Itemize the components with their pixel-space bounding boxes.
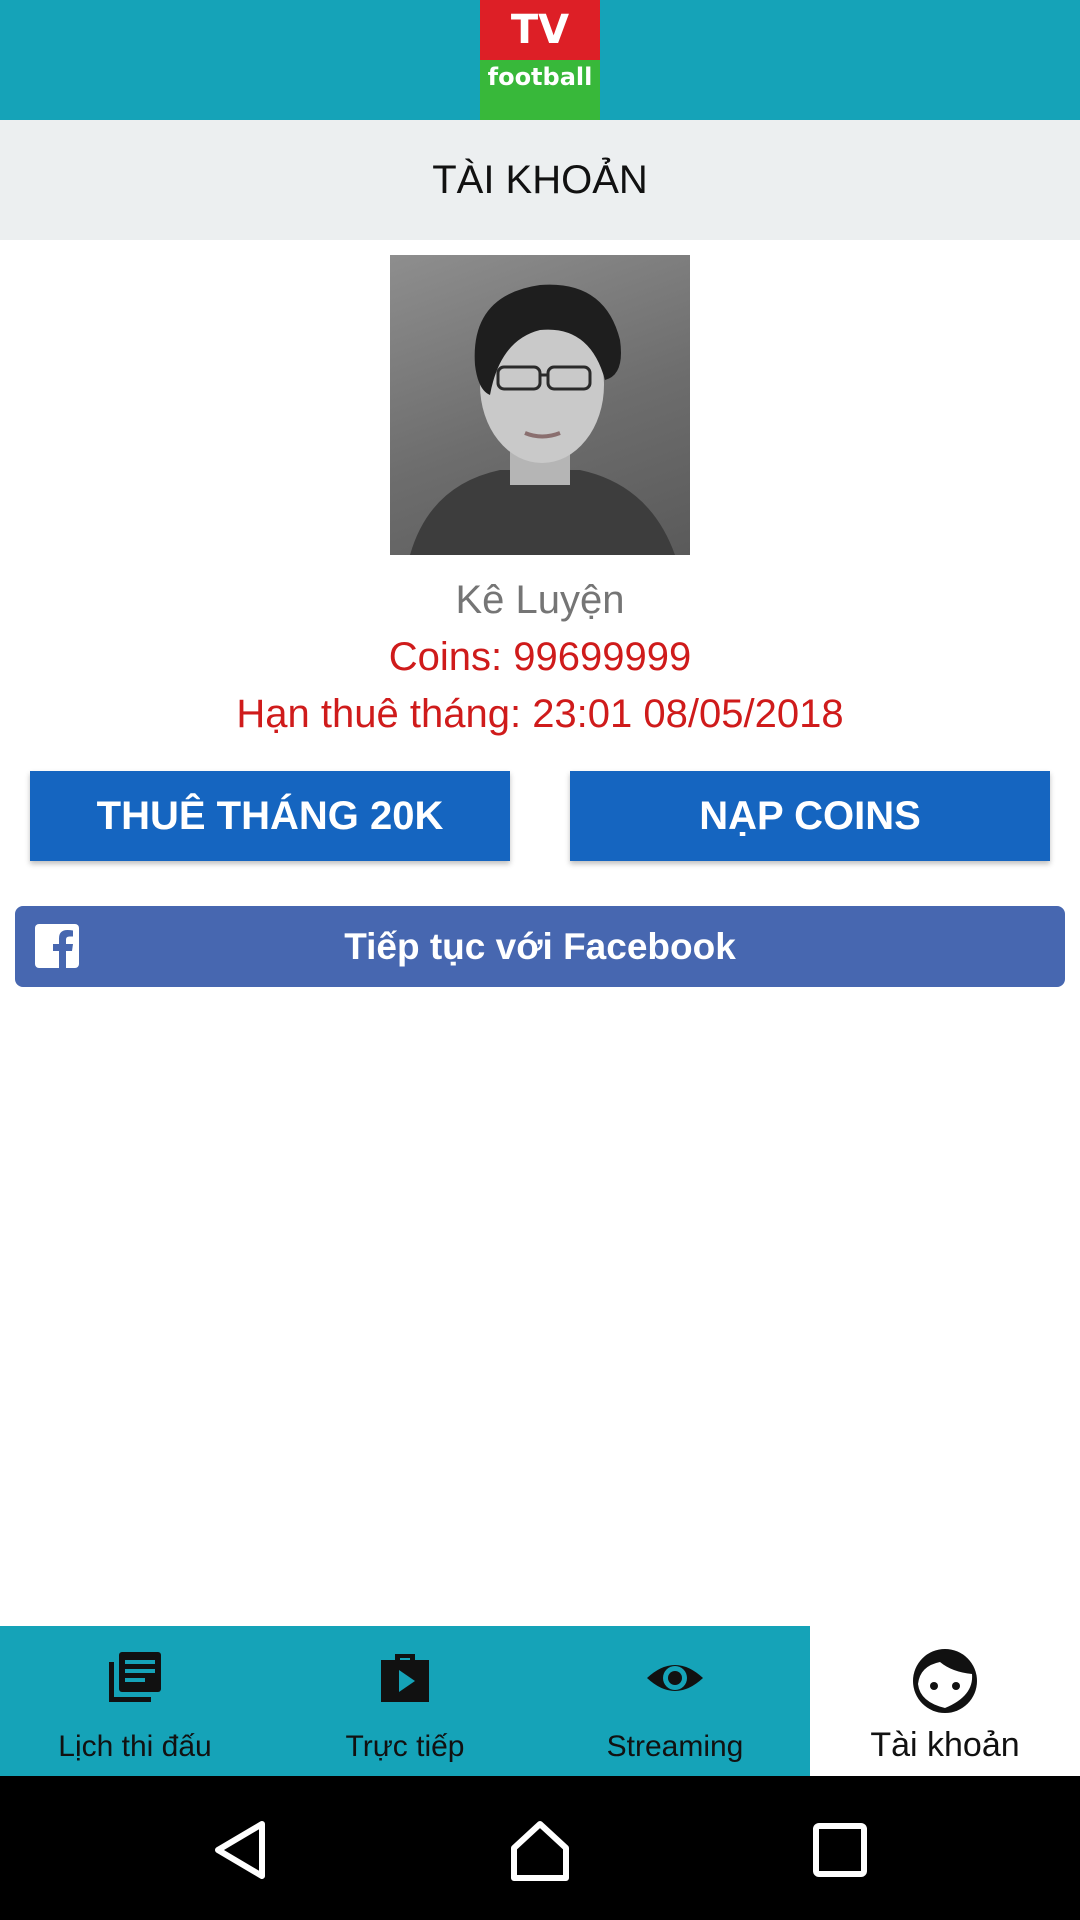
avatar: [390, 255, 690, 555]
logo-tv-text: TV: [480, 0, 600, 60]
home-icon[interactable]: [508, 1818, 572, 1882]
user-photo-icon: [410, 284, 675, 555]
subscription-expiry: Hạn thuê tháng: 23:01 08/05/2018: [236, 692, 844, 736]
live-play-icon: [381, 1654, 429, 1702]
nav-label-streaming: Streaming: [606, 1730, 744, 1763]
bottom-navigation: Lịch thi đấu Trực tiếp Streaming Tài kho…: [0, 1626, 1080, 1776]
nav-label-schedule: Lịch thi đấu: [58, 1730, 212, 1763]
facebook-login-label: Tiếp tục với Facebook: [344, 925, 736, 967]
facebook-login-button[interactable]: Tiếp tục với Facebook: [15, 906, 1065, 987]
nav-item-account[interactable]: Tài khoản: [810, 1626, 1080, 1776]
nav-item-schedule[interactable]: Lịch thi đấu: [0, 1626, 270, 1776]
back-icon[interactable]: [208, 1818, 272, 1882]
system-navigation-bar: [0, 1776, 1080, 1920]
app-logo: TV football: [480, 0, 600, 120]
page-title: TÀI KHOẢN: [0, 120, 1080, 240]
user-name: Kê Luyện: [455, 578, 625, 622]
nav-item-live[interactable]: Trực tiếp: [270, 1626, 540, 1776]
nav-label-live: Trực tiếp: [345, 1730, 465, 1763]
nav-item-streaming[interactable]: Streaming: [540, 1626, 810, 1776]
nav-label-account: Tài khoản: [870, 1726, 1020, 1764]
recents-icon[interactable]: [808, 1818, 872, 1882]
eye-icon: [647, 1665, 703, 1691]
top-app-bar: TV football: [0, 0, 1080, 120]
top-up-coins-button[interactable]: NẠP COINS: [570, 771, 1050, 861]
app-root: TV football TÀI KHOẢN Kê Luyện Coins: 99…: [0, 0, 1080, 1920]
logo-football-text: football: [480, 60, 600, 120]
face-icon: [913, 1649, 977, 1713]
schedule-icon: [109, 1652, 161, 1702]
rent-month-button[interactable]: THUÊ THÁNG 20K: [30, 771, 510, 861]
facebook-icon: [35, 924, 79, 968]
coins-balance: Coins: 99699999: [388, 635, 692, 679]
